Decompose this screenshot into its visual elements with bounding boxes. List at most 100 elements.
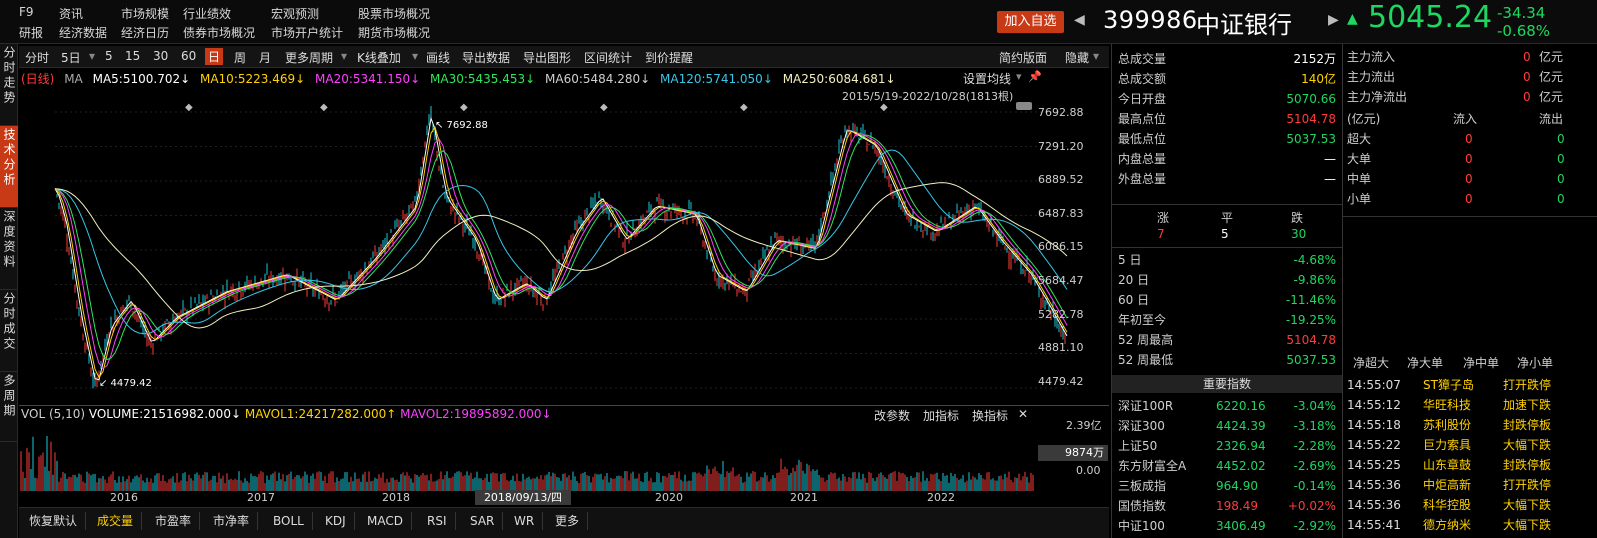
tab-in-depth-data[interactable]: 深度资料: [0, 208, 18, 290]
tab-kdj[interactable]: KDJ: [317, 512, 355, 530]
tab-more[interactable]: 更多: [547, 512, 589, 530]
period-row: 5 日 -4.68%: [1118, 251, 1336, 269]
chevron-down-icon[interactable]: ▾: [89, 49, 95, 63]
hide-button[interactable]: 隐藏: [1065, 49, 1089, 66]
index-value: 4452.02: [1216, 459, 1266, 473]
nav-macro-forecast[interactable]: 宏观预测: [271, 5, 319, 22]
nav-f9[interactable]: F9: [19, 5, 34, 19]
period-label: 20 日: [1118, 273, 1150, 287]
nav-market-scale[interactable]: 市场规模: [121, 5, 169, 22]
event-marker-icon[interactable]: ◆: [460, 102, 468, 113]
price-change: -34.34: [1497, 4, 1546, 22]
nav-stock-market-overview[interactable]: 股票市场概况: [358, 5, 430, 22]
draw-line-button[interactable]: 画线: [426, 49, 450, 66]
tab-macd[interactable]: MACD: [359, 512, 412, 530]
tab-reset-default[interactable]: 恢复默认: [21, 512, 87, 530]
period-30min[interactable]: 30: [153, 49, 168, 63]
event-marker-icon[interactable]: ◆: [320, 102, 328, 113]
period-5min[interactable]: 5: [105, 49, 113, 63]
period-row: 20 日 -9.86%: [1118, 271, 1336, 289]
next-stock-icon[interactable]: ▶: [1328, 12, 1339, 28]
flow-unit-label: (亿元): [1347, 112, 1381, 126]
tab-intraday-trades[interactable]: 分时成交: [0, 290, 18, 372]
tab-pe[interactable]: 市盈率: [147, 512, 201, 530]
period-value: -9.86%: [1293, 273, 1336, 287]
chevron-down-icon[interactable]: ▾: [341, 49, 347, 63]
tab-intraday[interactable]: 分时走势: [0, 44, 18, 126]
index-row[interactable]: 深证100R 6220.16 -3.04%: [1118, 397, 1336, 415]
scroll-handle-icon[interactable]: [1016, 102, 1032, 110]
tab-sar[interactable]: SAR: [462, 512, 504, 530]
nav-news[interactable]: 资讯: [59, 5, 83, 22]
period-monthly[interactable]: 月: [259, 49, 271, 66]
period-weekly[interactable]: 周: [234, 49, 246, 66]
event-marker-icon[interactable]: ◆: [740, 102, 748, 113]
price-y-axis: 7692.88 7291.20 6889.52 6487.83 6086.15 5684.…: [1038, 92, 1108, 404]
index-row[interactable]: 东方财富全A 4452.02 -2.69%: [1118, 457, 1336, 475]
period-daily[interactable]: 日: [205, 48, 224, 65]
export-graphic-button[interactable]: 导出图形: [523, 49, 571, 66]
alert-stock-name: 苏利股份: [1423, 418, 1472, 432]
range-stats-button[interactable]: 区间统计: [584, 49, 632, 66]
tab-technical-analysis[interactable]: 技术分析: [0, 126, 18, 208]
alert-row[interactable]: 14:55:36 科华控股 大幅下跌: [1347, 496, 1592, 514]
close-indicator-button[interactable]: ✕: [1018, 407, 1028, 421]
simple-layout-button[interactable]: 简约版面: [999, 49, 1047, 66]
event-marker-icon[interactable]: ◆: [185, 102, 193, 113]
flow-unit: 亿元: [1539, 50, 1564, 64]
nav-account-stats[interactable]: 市场开户统计: [271, 24, 343, 41]
period-5day[interactable]: 5日: [61, 49, 81, 66]
volume-chart[interactable]: [19, 425, 1037, 491]
tab-multi-period[interactable]: 多周期: [0, 372, 18, 442]
alert-row[interactable]: 14:55:07 ST獐子岛 打开跌停: [1347, 376, 1592, 394]
event-marker-icon[interactable]: ◆: [600, 102, 608, 113]
chevron-down-icon[interactable]: ▾: [412, 49, 418, 63]
alert-row[interactable]: 14:55:22 巨力索具 大幅下跌: [1347, 436, 1592, 454]
index-row[interactable]: 上证50 2326.94 -2.28%: [1118, 437, 1336, 455]
tab-wr[interactable]: WR: [506, 512, 544, 530]
nav-economic-calendar[interactable]: 经济日历: [121, 24, 169, 41]
switch-indicator-button[interactable]: 换指标: [972, 407, 1008, 424]
tab-pb[interactable]: 市净率: [205, 512, 259, 530]
chevron-down-icon[interactable]: ▾: [1093, 49, 1099, 63]
alert-row[interactable]: 14:55:25 山东章鼓 封跌停板: [1347, 456, 1592, 474]
add-favorite-button[interactable]: 加入自选: [997, 11, 1064, 33]
index-row[interactable]: 三板成指 964.90 -0.14%: [1118, 477, 1336, 495]
more-periods-dropdown[interactable]: 更多周期: [285, 49, 333, 66]
nav-research[interactable]: 研报: [19, 24, 43, 41]
prev-stock-icon[interactable]: ◀: [1074, 12, 1085, 28]
alert-row[interactable]: 14:55:41 德方纳米 大幅下跌: [1347, 516, 1592, 534]
quote-label: 外盘总量: [1118, 172, 1167, 186]
chart-toolbar: 分时 5日 ▾ 5 15 30 60 日 周 月 更多周期 ▾ K线叠加 ▾ 画…: [19, 46, 1109, 68]
period-intraday[interactable]: 分时: [25, 49, 49, 66]
alert-row[interactable]: 14:55:18 苏利股份 封跌停板: [1347, 416, 1592, 434]
period-60min[interactable]: 60: [181, 49, 196, 63]
edit-params-button[interactable]: 改参数: [874, 407, 910, 424]
pin-icon[interactable]: 📌: [1028, 70, 1042, 83]
index-row[interactable]: 中证100 3406.49 -2.92%: [1118, 517, 1336, 535]
kline-overlay-dropdown[interactable]: K线叠加: [357, 49, 401, 66]
alert-time: 14:55:41: [1347, 518, 1401, 532]
add-indicator-button[interactable]: 加指标: [923, 407, 959, 424]
alert-row[interactable]: 14:55:36 中炬高新 打开跌停: [1347, 476, 1592, 494]
flow-label: 主力流出: [1347, 70, 1396, 84]
price-alert-button[interactable]: 到价提醒: [645, 49, 693, 66]
event-marker-icon[interactable]: ◆: [880, 102, 888, 113]
alert-row[interactable]: 14:55:12 华旺科技 加速下跌: [1347, 396, 1592, 414]
breadth-flat-label: 平: [1221, 211, 1234, 225]
chevron-down-icon[interactable]: ▾: [1016, 70, 1022, 83]
tab-rsi[interactable]: RSI: [419, 512, 456, 530]
export-data-button[interactable]: 导出数据: [462, 49, 510, 66]
tab-boll[interactable]: BOLL: [265, 512, 313, 530]
ma-settings-button[interactable]: 设置均线: [963, 70, 1011, 87]
period-15min[interactable]: 15: [125, 49, 140, 63]
tab-volume[interactable]: 成交量: [89, 512, 143, 530]
nav-economic-data[interactable]: 经济数据: [59, 24, 107, 41]
price-chart[interactable]: ↖ 7692.88 ↙ 4479.42 ◆ ◆ ◆ ◆ ◆ ◆: [19, 92, 1109, 404]
index-row[interactable]: 国债指数 198.49 +0.02%: [1118, 497, 1336, 515]
nav-bond-market-overview[interactable]: 债券市场概况: [183, 24, 255, 41]
index-row[interactable]: 深证300 4424.39 -3.18%: [1118, 417, 1336, 435]
nav-industry-performance[interactable]: 行业绩效: [183, 5, 231, 22]
last-price: 5045.24: [1368, 0, 1493, 35]
nav-futures-overview[interactable]: 期货市场概况: [358, 24, 430, 41]
